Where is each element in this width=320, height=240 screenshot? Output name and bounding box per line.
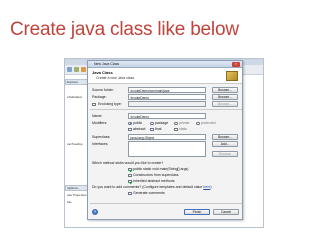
dialog-window-title: New Java Class — [94, 62, 120, 66]
modifier-abstract-label: abstract — [133, 127, 146, 131]
comments-question-prefix: Do you want to add comments? (Configure … — [92, 185, 204, 189]
superclass-label: Superclass: — [92, 135, 111, 139]
package-label: Package: — [92, 95, 107, 99]
browse-label: Browse... — [218, 102, 232, 106]
stub-abstract-methods-checkbox[interactable] — [128, 179, 132, 183]
cancel-label: Cancel — [220, 210, 232, 214]
modifier-private-label: private — [179, 121, 190, 125]
stub-main-label: public static void main(String[] args) — [133, 167, 189, 171]
source-folder-browse-button[interactable]: Browse... — [212, 87, 238, 93]
add-label: Add... — [220, 142, 230, 146]
comments-question-suffix: ) — [210, 185, 212, 189]
ide-side-label: ntpRoto... — [67, 186, 81, 190]
new-icon[interactable] — [67, 67, 72, 72]
remove-label: Remove — [218, 152, 232, 156]
modifier-protected-radio[interactable] — [196, 121, 200, 125]
interfaces-label: Interfaces: — [92, 142, 109, 146]
modifier-package-label: package — [155, 121, 169, 125]
enclosing-type-browse-button[interactable]: Browse... — [212, 101, 238, 107]
generate-comments-checkbox[interactable] — [128, 191, 132, 195]
source-folder-value: InvokeDemo/src/main/java — [130, 88, 170, 93]
modifier-final-label: final — [155, 127, 162, 131]
name-label: Name: — [92, 114, 103, 118]
ide-side-label: ode Properties — [67, 193, 87, 197]
stubs-question: Which method stubs would you like to cre… — [92, 161, 164, 165]
modifier-public-label: public — [133, 121, 143, 125]
cancel-button[interactable]: Cancel — [213, 209, 239, 215]
ide-side-label: ilas — [67, 200, 72, 204]
modifier-abstract-checkbox[interactable] — [128, 127, 132, 131]
ide-side-label: Explorer — [67, 80, 79, 84]
debug-icon[interactable] — [81, 67, 86, 72]
slide-title: Create java class like below — [10, 19, 239, 40]
finish-button[interactable]: Finish — [184, 209, 210, 215]
ide-side-label: eTabulation — [67, 95, 83, 99]
save-icon[interactable] — [74, 67, 79, 72]
dialog-header: Java Class Create a new Java class. — [88, 68, 242, 84]
class-name-field[interactable]: InvokeDemo — [128, 113, 206, 119]
new-java-class-dialog: New Java Class × Java Class Create a new… — [87, 60, 243, 220]
separator — [90, 109, 242, 110]
superclass-browse-button[interactable]: Browse... — [212, 134, 238, 140]
stub-constructors-label: Constructors from superclass — [133, 173, 179, 177]
add-interface-button[interactable]: Add... — [212, 141, 238, 147]
package-value: InvokeDemo — [130, 95, 150, 100]
close-button[interactable]: × — [232, 62, 240, 67]
comments-question: Do you want to add comments? (Configure … — [92, 185, 211, 189]
package-field[interactable]: InvokeDemo — [128, 94, 206, 100]
modifier-protected-label: protected — [201, 121, 216, 125]
modifier-public-radio[interactable] — [128, 121, 132, 125]
ide-side-label: vaxTuading — [67, 142, 83, 146]
finish-label: Finish — [192, 210, 202, 214]
enclosing-type-checkbox[interactable] — [92, 102, 96, 106]
stub-constructors-checkbox[interactable] — [128, 173, 132, 177]
enclosing-type-label: Enclosing type: — [98, 102, 122, 106]
help-button[interactable]: ? — [92, 209, 98, 215]
generate-comments-label: Generate comments — [133, 191, 165, 195]
stub-main-checkbox[interactable] — [128, 167, 132, 171]
package-browse-button[interactable]: Browse... — [212, 94, 238, 100]
enclosing-type-field[interactable] — [128, 101, 206, 107]
superclass-value: java.lang.Object — [130, 135, 155, 140]
java-class-wizard-icon — [226, 71, 238, 81]
modifier-private-radio[interactable] — [174, 121, 178, 125]
stub-abstract-methods-label: Inherited abstract methods — [133, 179, 175, 183]
dialog-titlebar: New Java Class × — [88, 61, 242, 68]
modifiers-label: Modifiers: — [92, 121, 108, 125]
class-name-value: InvokeDemo — [130, 114, 150, 119]
header-title: Java Class — [92, 70, 113, 75]
modifier-static-label: static — [179, 127, 188, 131]
browse-label: Browse... — [218, 95, 232, 99]
interfaces-list[interactable] — [128, 141, 206, 157]
help-icon: ? — [93, 209, 97, 214]
superclass-field[interactable]: java.lang.Object — [128, 134, 206, 140]
modifier-final-checkbox[interactable] — [150, 127, 154, 131]
browse-label: Browse... — [218, 88, 232, 92]
header-subtitle: Create a new Java class. — [96, 76, 136, 80]
browse-label: Browse... — [218, 135, 232, 139]
close-icon: × — [234, 62, 238, 66]
modifier-static-checkbox[interactable] — [174, 127, 178, 131]
bottom-separator — [90, 203, 242, 204]
source-folder-field[interactable]: InvokeDemo/src/main/java — [128, 87, 206, 93]
source-folder-label: Source folder: — [92, 88, 114, 92]
modifier-package-radio[interactable] — [150, 121, 154, 125]
remove-interface-button[interactable]: Remove — [212, 151, 238, 157]
